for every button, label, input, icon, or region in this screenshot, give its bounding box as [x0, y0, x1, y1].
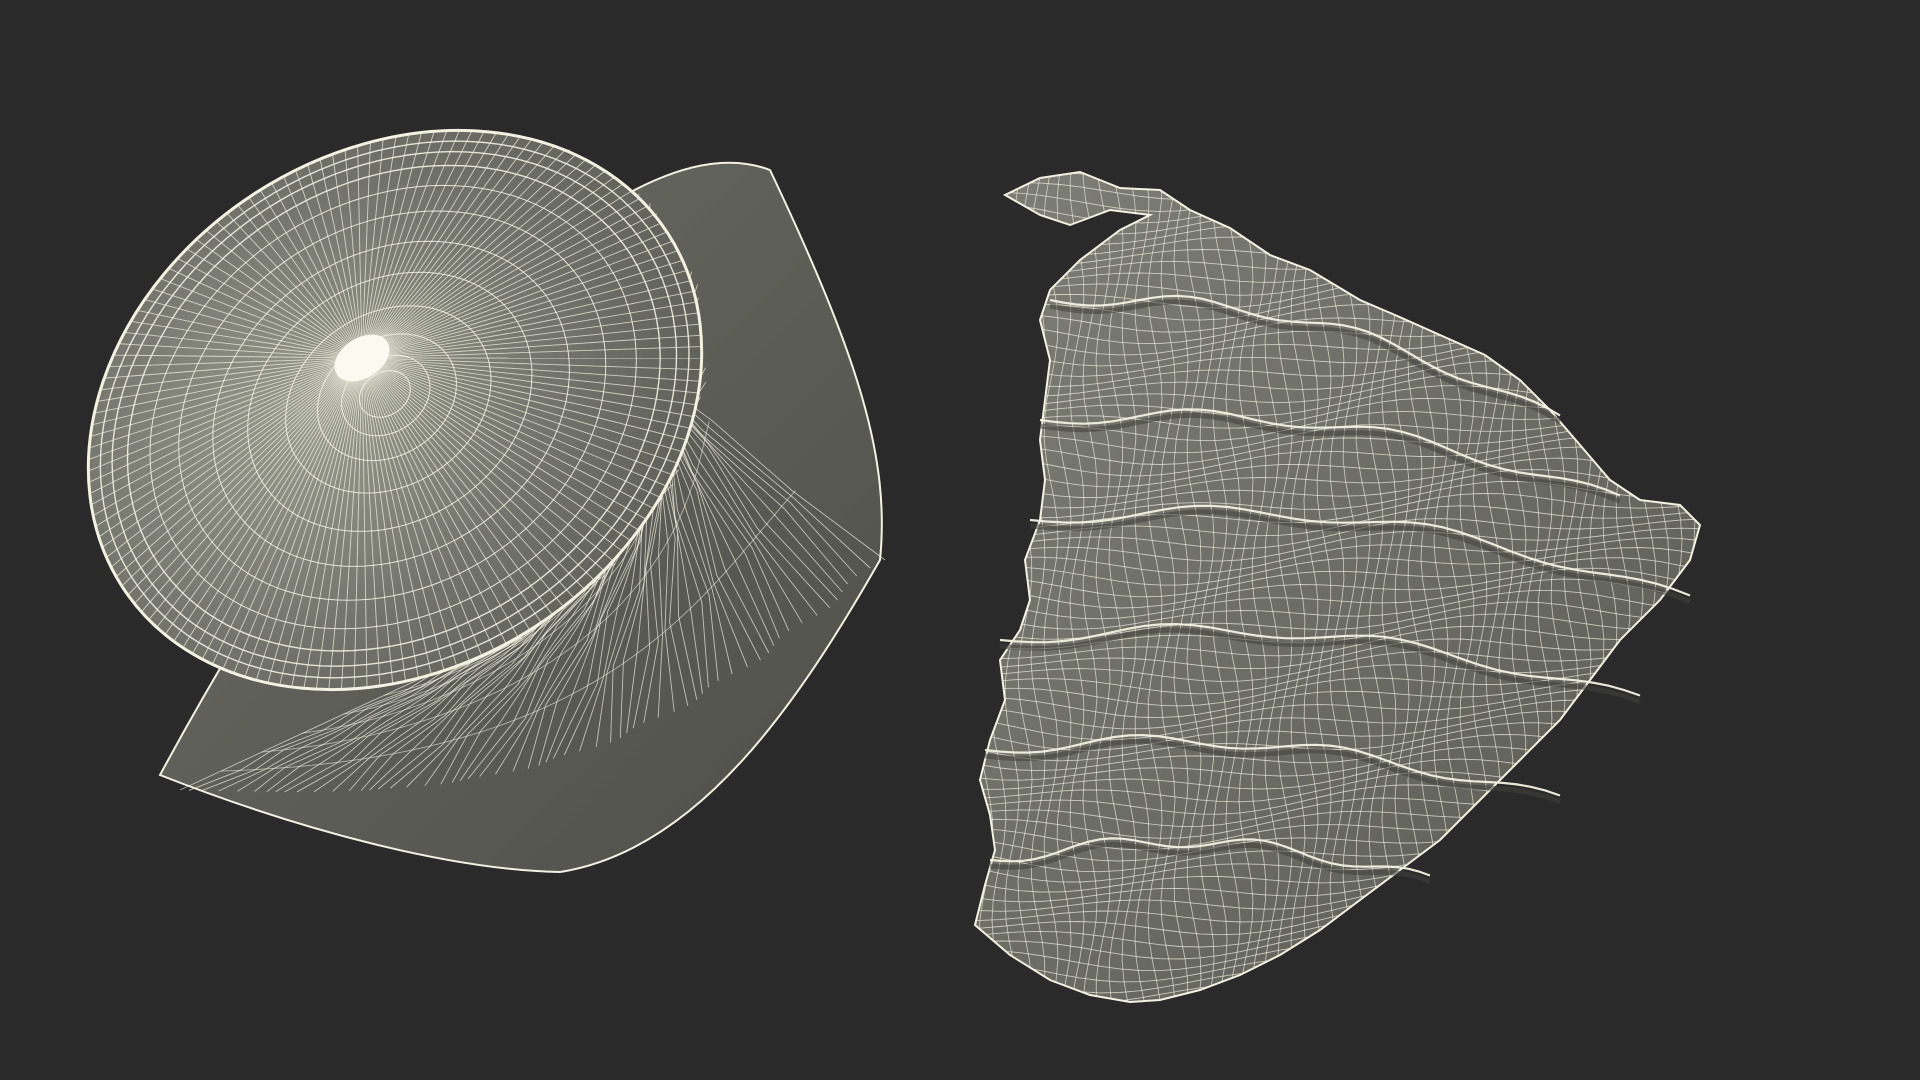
- scene-canvas: [0, 0, 1920, 1080]
- render-viewport: [0, 0, 1920, 1080]
